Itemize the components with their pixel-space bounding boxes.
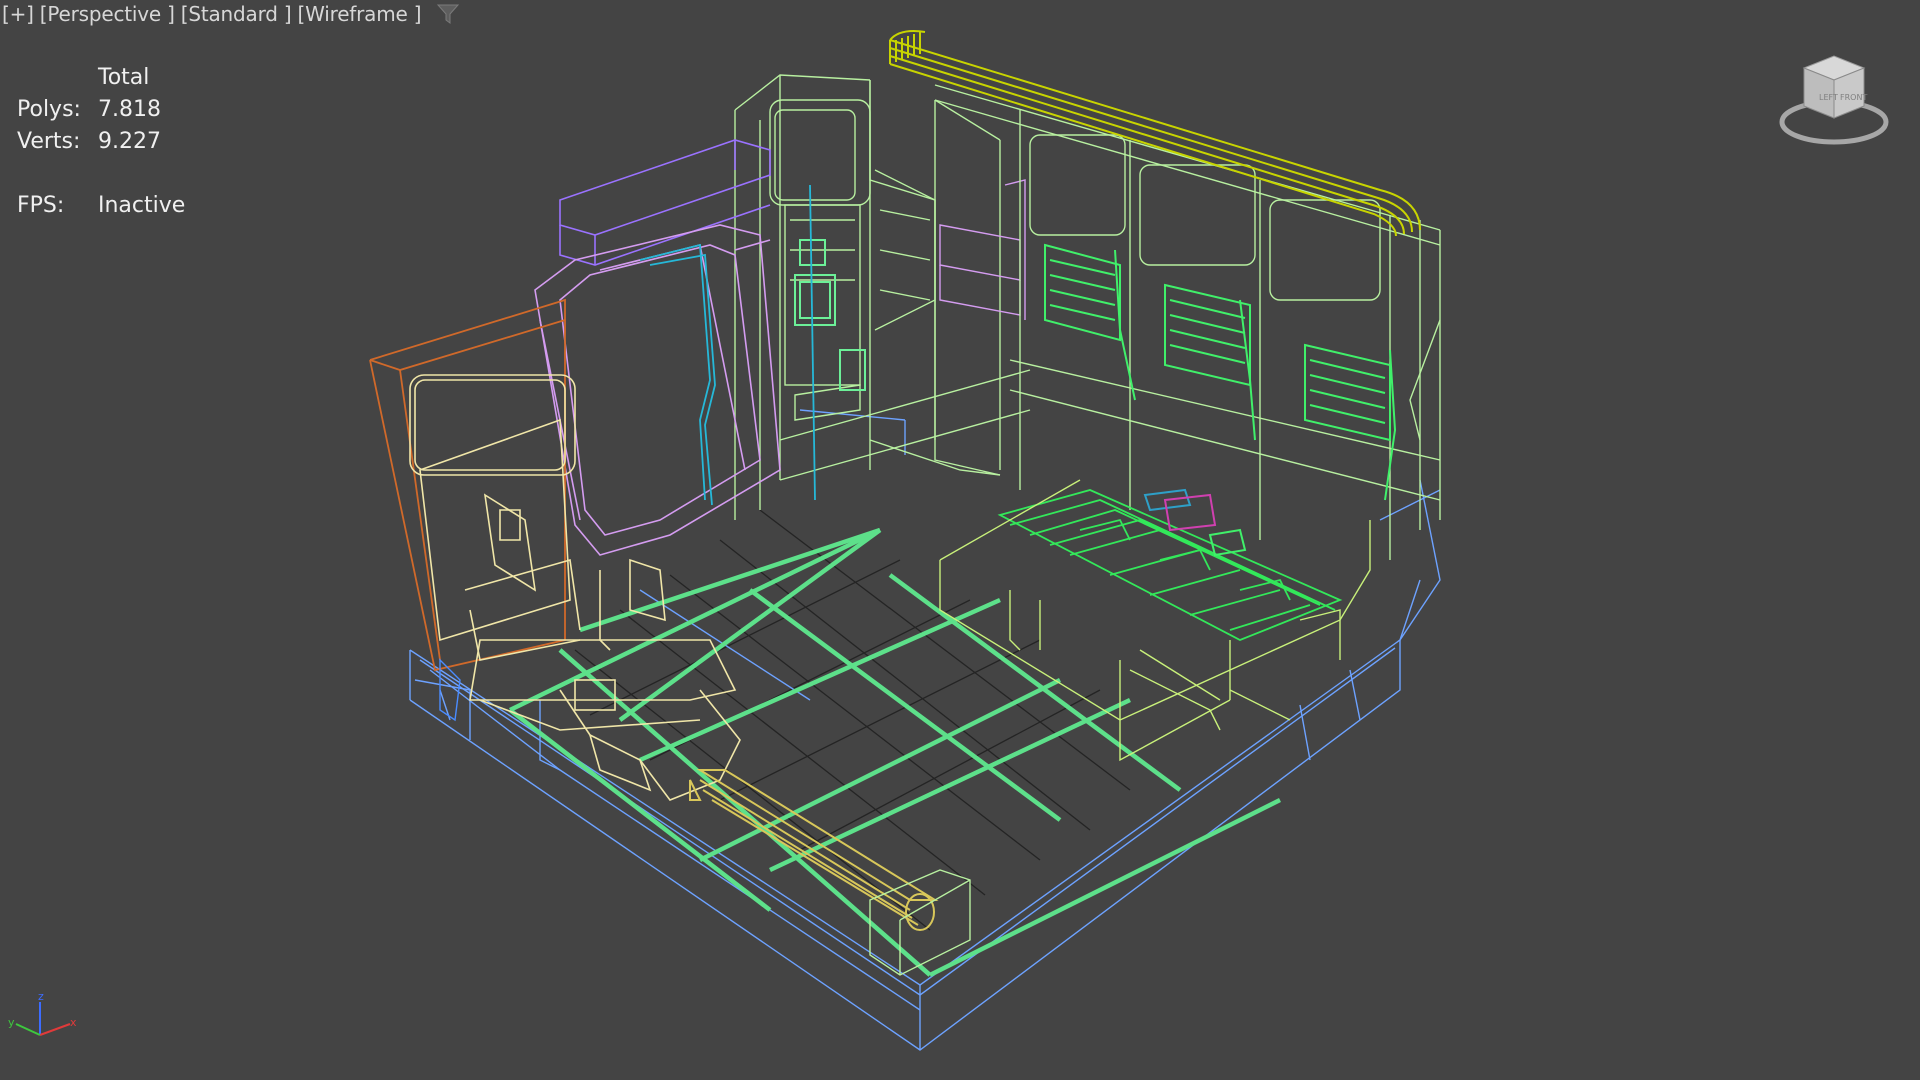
fps-label: FPS: xyxy=(17,193,65,218)
overhead-pipe xyxy=(889,30,1421,237)
x-axis-line xyxy=(39,1023,71,1036)
viewport-statistics: Total Polys: 7.818 Verts: 9.227 FPS: Ina… xyxy=(17,62,185,222)
viewport-filter-icon[interactable] xyxy=(435,2,461,26)
wall-vents xyxy=(1044,243,1397,501)
verts-row: Verts: 9.227 xyxy=(17,126,185,158)
y-axis-label: y xyxy=(8,1016,15,1029)
y-axis-line xyxy=(15,1023,41,1036)
viewport-shading-menu[interactable]: [Standard ] xyxy=(181,2,292,26)
viewcube-left-label: LEFT xyxy=(1819,93,1838,102)
stats-header-row: Total xyxy=(17,62,185,94)
bench-frame xyxy=(939,479,1371,762)
door-frame xyxy=(559,139,771,266)
home-grid xyxy=(574,509,1131,931)
viewport-view-menu[interactable]: [Perspective ] xyxy=(40,2,175,26)
viewcube-front-label: FRONT xyxy=(1840,93,1867,102)
door-insert xyxy=(639,184,816,506)
z-axis-label: z xyxy=(38,990,44,1003)
axis-tripod: z x y xyxy=(4,990,84,1060)
viewport-general-menu[interactable]: [+] xyxy=(2,2,34,26)
door xyxy=(534,224,781,556)
verts-label: Verts: xyxy=(17,129,81,154)
side-panel xyxy=(369,298,566,672)
fps-row: FPS: Inactive xyxy=(17,190,185,222)
verts-value: 9.227 xyxy=(98,129,161,154)
viewport-display-menu[interactable]: [Wireframe ] xyxy=(298,2,422,26)
corner-shelf-pink xyxy=(939,179,1026,320)
x-axis-label: x xyxy=(70,1016,77,1029)
viewcube[interactable]: LEFT FRONT xyxy=(1778,40,1890,150)
bench xyxy=(997,489,1343,641)
left-wall-panels xyxy=(409,374,666,661)
polys-value: 7.818 xyxy=(98,97,161,122)
polys-row: Polys: 7.818 xyxy=(17,94,185,126)
fps-value: Inactive xyxy=(98,193,186,218)
perspective-viewport[interactable]: [+] [Perspective ] [Standard ] [Wirefram… xyxy=(0,0,1920,1080)
polys-label: Polys: xyxy=(17,97,81,122)
control-panels xyxy=(794,239,866,391)
stats-header: Total xyxy=(98,65,150,90)
viewport-label-menu: [+] [Perspective ] [Standard ] [Wirefram… xyxy=(2,2,461,26)
wireframe-scene xyxy=(369,30,1441,1051)
